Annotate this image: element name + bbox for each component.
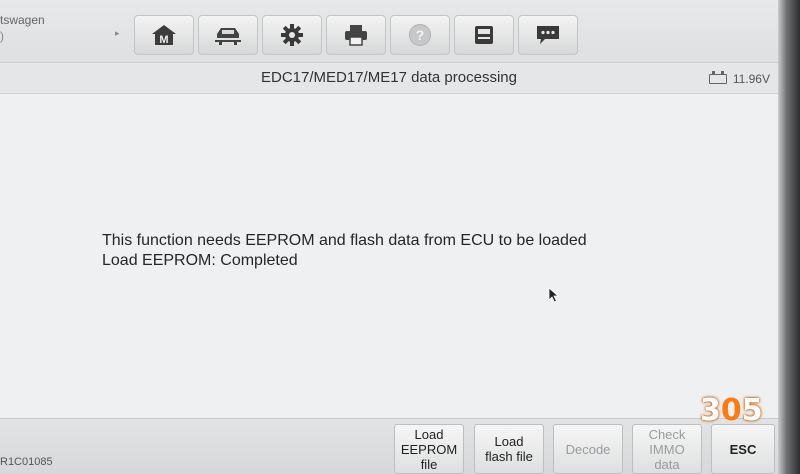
button-label: file <box>420 456 438 472</box>
mouse-cursor-icon <box>548 287 560 303</box>
home-button[interactable]: M <box>134 15 194 55</box>
car-lift-icon <box>215 28 241 45</box>
serial-number: R1C01085 <box>0 456 53 468</box>
button-label: flash file <box>485 449 533 464</box>
button-label: Load <box>494 434 524 449</box>
watermark-digit: 5 <box>741 393 763 428</box>
title-bar: EDC17/MED17/ME17 data processing 11.96V <box>0 62 778 94</box>
home-m-icon: M <box>152 25 176 46</box>
chat-icon <box>537 26 559 44</box>
decode-button[interactable]: Decode <box>553 424 623 474</box>
toolbar: M ? <box>134 15 582 55</box>
settings-button[interactable] <box>262 15 322 55</box>
save-icon <box>475 26 493 44</box>
svg-text:M: M <box>159 34 168 46</box>
button-label: IMMO <box>649 441 685 457</box>
page-title: EDC17/MED17/ME17 data processing <box>261 69 517 86</box>
vehicle-swap-button[interactable] <box>198 15 258 55</box>
button-label: Decode <box>565 441 611 457</box>
tablet-screen: tswagen ) ▸ M ? EDC17/MED17/ME17 data pr… <box>0 0 778 474</box>
load-eeprom-file-button[interactable]: Load EEPROM file <box>394 424 464 474</box>
print-button[interactable] <box>326 15 386 55</box>
breadcrumb-arrow-icon: ▸ <box>115 28 120 38</box>
printer-icon <box>345 25 367 46</box>
svg-text:?: ? <box>416 27 425 43</box>
button-label: EEPROM <box>400 441 458 457</box>
battery-status: 11.96V <box>708 71 770 86</box>
bottom-bar: R1C01085 Load EEPROM file Load flash fil… <box>0 418 778 474</box>
battery-icon <box>708 71 727 84</box>
save-button[interactable] <box>454 15 514 55</box>
vehicle-make: tswagen <box>0 13 45 27</box>
gear-icon <box>281 24 303 46</box>
load-flash-file-button[interactable]: Load flash file <box>474 424 544 474</box>
watermark-digit: 0 <box>720 393 742 428</box>
watermark-digit: 3 <box>700 393 721 428</box>
status-line: Load EEPROM: Completed <box>102 252 298 269</box>
watermark-logo: 3 0 5 <box>700 393 763 428</box>
help-icon: ? <box>409 24 431 46</box>
top-bar: tswagen ) ▸ M ? <box>0 0 778 62</box>
help-button[interactable]: ? <box>390 15 450 55</box>
esc-button[interactable]: ESC <box>711 424 775 474</box>
message-area: This function needs EEPROM and flash dat… <box>102 231 587 271</box>
message-button[interactable] <box>518 15 578 55</box>
vehicle-info: tswagen ) <box>0 12 45 44</box>
button-label: Load <box>414 426 444 442</box>
vehicle-detail: ) <box>0 29 4 43</box>
battery-voltage: 11.96V <box>732 72 770 86</box>
check-immo-data-button[interactable]: Check IMMO data <box>632 424 702 474</box>
button-label: Check <box>648 426 686 442</box>
message-line: This function needs EEPROM and flash dat… <box>102 232 587 249</box>
device-bezel <box>778 0 800 474</box>
button-label: ESC <box>729 441 757 457</box>
button-label: data <box>654 456 680 472</box>
